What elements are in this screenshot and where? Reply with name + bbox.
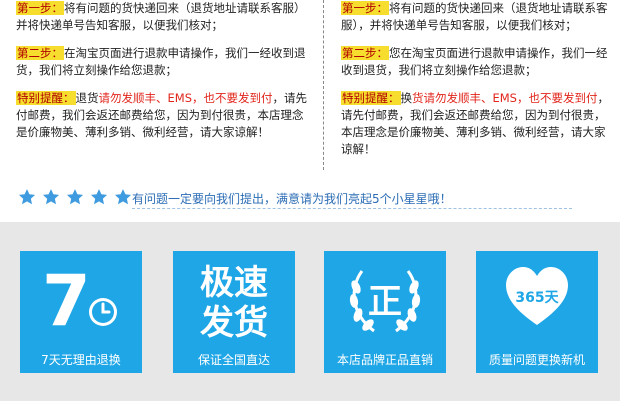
notice-warning: 货请勿发顺丰、EMS，也不要发到付 xyxy=(412,91,598,105)
left-notice: 特别提醒：退货请勿发顺丰、EMS，也不要发到付，请先付邮费，我们会返还邮费给您，… xyxy=(16,90,308,141)
left-step-2: 第二步：在淘宝页面进行退款申请操作，我们一经收到退货，我们将立刻操作给您退款； xyxy=(16,45,308,79)
right-step-2: 第二步：您在淘宝页面进行退款申请操作，我们一经收到退货，我们将立刻操作给您退款； xyxy=(341,45,609,79)
notice-pre: 退货 xyxy=(75,91,99,105)
star-icon xyxy=(115,188,132,204)
speed-line-2: 发货 xyxy=(200,303,268,343)
star-icon xyxy=(91,188,108,204)
notice-label: 特别提醒： xyxy=(341,91,401,105)
right-notice: 特别提醒：换货请勿发顺丰、EMS，也不要发到付，请先付邮费，我们会返还邮费给您，… xyxy=(341,90,609,158)
genuine-glyph: 正 xyxy=(368,282,402,322)
left-step-1: 第一步：将有问题的货快递回来（退货地址请联系客服）并将快递单号告知客服，以便我们… xyxy=(16,0,308,34)
right-step-1: 第一步：将有问题的货快递回来（退货地址请联系客服），并将快递单号告知客服，以便我… xyxy=(341,0,609,34)
step-1-label: 第一步： xyxy=(16,1,64,15)
star-rating xyxy=(18,186,133,210)
rating-underline xyxy=(132,208,572,209)
column-divider xyxy=(323,0,324,170)
return-policy-columns: 第一步：将有问题的货快递回来（退货地址请联系客服）并将快递单号告知客服，以便我们… xyxy=(0,0,620,172)
seven-number: 7 xyxy=(42,260,91,342)
step-1-label: 第一步： xyxy=(341,1,389,15)
seven-day-return-card: 7 7天无理由退换 xyxy=(20,251,142,373)
fast-delivery-card: 极速 发货 保证全国直达 xyxy=(173,251,295,373)
step-2-label: 第二步： xyxy=(16,46,64,60)
notice-label: 特别提醒： xyxy=(16,91,76,105)
card-caption: 保证全国直达 xyxy=(197,353,270,367)
card-caption: 质量问题更换新机 xyxy=(488,353,585,367)
speed-line-1: 极速 xyxy=(200,263,268,303)
left-policy-column: 第一步：将有问题的货快递回来（退货地址请联系客服）并将快递单号告知客服，以便我们… xyxy=(16,0,308,152)
star-icon xyxy=(18,188,36,204)
star-icon xyxy=(43,188,60,204)
rating-banner: 有问题一定要向我们提出，满意请为我们亮起5个小星星哦！ xyxy=(14,184,614,212)
notice-warning: 请勿发顺丰、EMS，也不要发到付 xyxy=(98,91,273,105)
fast-delivery-icon: 极速 发货 xyxy=(173,263,295,343)
365-days-badge: 365天 xyxy=(515,290,559,306)
right-policy-column: 第一步：将有问题的货快递回来（退货地址请联系客服），并将快递单号告知客服，以便我… xyxy=(341,0,609,169)
laurel-icon: 正 xyxy=(349,270,421,333)
step-2-label: 第二步： xyxy=(341,46,389,60)
genuine-product-card: 正 本店品牌正品直销 xyxy=(324,251,446,373)
quality-exchange-card: 365天 质量问题更换新机 xyxy=(476,251,598,373)
card-caption: 7天无理由退换 xyxy=(41,353,121,367)
rating-message: 有问题一定要向我们提出，满意请为我们亮起5个小星星哦！ xyxy=(132,192,452,206)
notice-pre: 换 xyxy=(400,91,413,105)
star-icon xyxy=(67,188,84,204)
clock-icon xyxy=(89,298,117,326)
card-caption: 本店品牌正品直销 xyxy=(336,353,433,367)
